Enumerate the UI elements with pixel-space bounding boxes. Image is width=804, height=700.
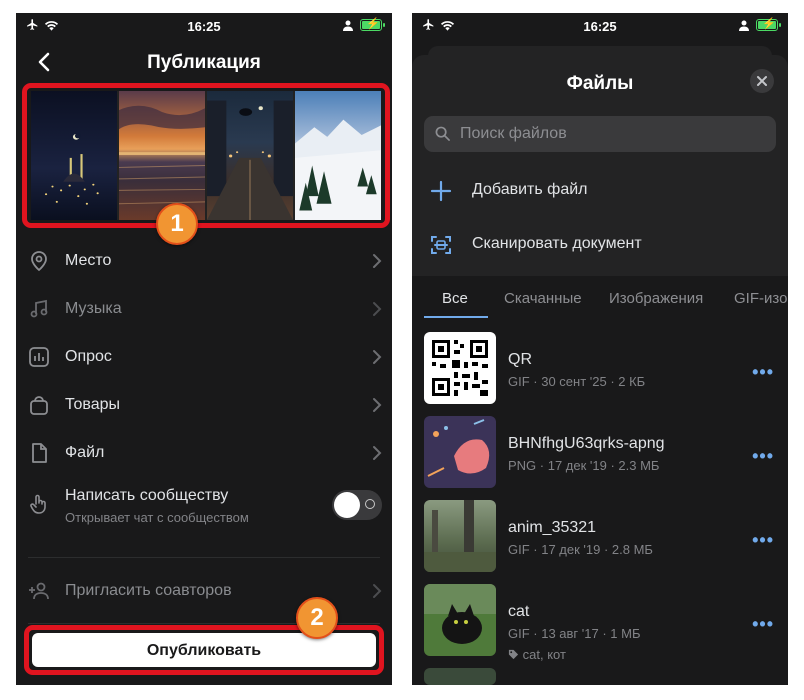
tab-all[interactable]: Все <box>442 290 468 307</box>
file-tags-text: cat, кот <box>522 647 566 662</box>
file-thumbnail-apng <box>424 416 496 488</box>
row-message-community: Написать сообществу Открывает чат с сооб… <box>16 479 392 533</box>
row-label: Музыка <box>65 300 122 317</box>
person-icon <box>739 20 749 31</box>
chevron-right-icon <box>373 350 382 364</box>
more-options-icon[interactable]: ••• <box>752 446 774 467</box>
chevron-right-icon <box>373 446 382 460</box>
plus-icon <box>430 180 452 202</box>
close-icon <box>757 76 767 86</box>
files-screen: 16:25 ⚡ Файлы Поиск файлов Добавить файл… <box>412 13 788 685</box>
row-label: Файл <box>65 444 105 461</box>
search-icon <box>435 126 450 141</box>
step-badge-2: 2 <box>296 597 338 639</box>
file-item-apng[interactable]: BHNfhgU63qrks-apng PNG · 17 дек '19 · 2.… <box>412 416 788 500</box>
sheet-title: Файлы <box>566 73 634 94</box>
tag-icon <box>508 649 519 660</box>
file-meta: GIF · 30 сент '25 · 2 КБ <box>508 374 646 389</box>
message-community-toggle[interactable] <box>332 490 382 520</box>
action-label: Сканировать документ <box>472 235 642 252</box>
file-meta: GIF · 13 авг '17 · 1 МБ <box>508 626 641 641</box>
poll-icon <box>29 347 49 367</box>
file-name: QR <box>508 351 532 368</box>
file-thumbnail-anim <box>424 500 496 572</box>
row-music[interactable]: Музыка <box>16 285 392 333</box>
file-thumbnail-cat <box>424 584 496 656</box>
tab-images[interactable]: Изображения <box>609 290 703 307</box>
add-file-button[interactable]: Добавить файл <box>412 167 788 215</box>
file-thumbnail-qr <box>424 332 496 404</box>
more-options-icon[interactable]: ••• <box>752 362 774 383</box>
file-name: anim_35321 <box>508 519 597 536</box>
file-tags: cat, кот <box>508 647 566 662</box>
status-time: 16:25 <box>187 19 221 34</box>
photo-sunset-sea[interactable] <box>119 91 205 220</box>
chevron-right-icon <box>373 302 382 316</box>
shopping-bag-icon <box>30 396 48 415</box>
scan-document-button[interactable]: Сканировать документ <box>412 221 788 269</box>
tab-downloaded[interactable]: Скачанные <box>504 290 582 307</box>
file-item-partial[interactable] <box>412 668 788 685</box>
scan-document-icon <box>431 236 451 254</box>
row-label: Место <box>65 252 112 269</box>
filter-tabs: Все Скачанные Изображения GIF-изо <box>412 276 788 320</box>
row-place[interactable]: Место <box>16 237 392 285</box>
photo-gallery-highlight <box>22 83 390 228</box>
file-name: cat <box>508 603 530 620</box>
tab-gif[interactable]: GIF-изо <box>734 290 787 307</box>
file-meta: GIF · 17 дек '19 · 2.8 МБ <box>508 542 653 557</box>
files-list-area: Все Скачанные Изображения GIF-изо QR GIF… <box>412 276 788 685</box>
music-note-icon <box>30 299 48 318</box>
close-button[interactable] <box>750 69 774 93</box>
publication-screen: 16:25 ⚡ Публикация 1 Место Музыка Опрос … <box>16 13 392 685</box>
file-meta: PNG · 17 дек '19 · 2.3 МБ <box>508 458 660 473</box>
file-name: BHNfhgU63qrks-apng <box>508 435 665 452</box>
publish-button[interactable]: Опубликовать <box>32 633 376 667</box>
photo-gallery[interactable] <box>31 91 381 220</box>
location-pin-icon <box>31 251 47 272</box>
photo-night-street[interactable] <box>207 91 293 220</box>
files-sheet: Файлы Поиск файлов Добавить файл Сканиро… <box>412 55 788 685</box>
chevron-right-icon <box>373 584 382 598</box>
row-subtitle: Открывает чат с сообществом <box>65 510 249 525</box>
row-label: Пригласить соавторов <box>65 582 232 599</box>
hand-pointer-icon <box>30 494 46 514</box>
status-time: 16:25 <box>583 19 617 34</box>
more-options-icon[interactable]: ••• <box>752 614 774 635</box>
row-label: Опрос <box>65 348 112 365</box>
file-item-anim[interactable]: anim_35321 GIF · 17 дек '19 · 2.8 МБ ••• <box>412 500 788 584</box>
chevron-right-icon <box>373 398 382 412</box>
status-bar: 16:25 ⚡ <box>412 13 788 39</box>
row-poll[interactable]: Опрос <box>16 333 392 381</box>
photo-snow-mountains[interactable] <box>295 91 381 220</box>
status-bar: 16:25 ⚡ <box>16 13 392 39</box>
person-icon <box>343 20 353 31</box>
action-label: Добавить файл <box>472 181 588 198</box>
chevron-right-icon <box>373 254 382 268</box>
file-thumbnail-partial <box>424 668 496 685</box>
add-person-icon <box>29 582 49 600</box>
row-label: Написать сообществу <box>65 487 229 504</box>
file-item-qr[interactable]: QR GIF · 30 сент '25 · 2 КБ ••• <box>412 332 788 416</box>
row-label: Товары <box>65 396 121 413</box>
divider <box>28 557 380 558</box>
battery-icon: ⚡ <box>360 18 385 31</box>
row-file[interactable]: Файл <box>16 429 392 477</box>
search-placeholder: Поиск файлов <box>460 125 567 142</box>
row-goods[interactable]: Товары <box>16 381 392 429</box>
page-title: Публикация <box>147 52 261 73</box>
battery-icon: ⚡ <box>756 18 781 31</box>
file-item-cat[interactable]: cat GIF · 13 авг '17 · 1 МБ cat, кот ••• <box>412 584 788 668</box>
photo-night-mosque[interactable] <box>31 91 117 220</box>
file-icon <box>32 443 47 463</box>
search-input[interactable]: Поиск файлов <box>424 116 776 152</box>
more-options-icon[interactable]: ••• <box>752 530 774 551</box>
active-tab-indicator <box>424 316 488 318</box>
